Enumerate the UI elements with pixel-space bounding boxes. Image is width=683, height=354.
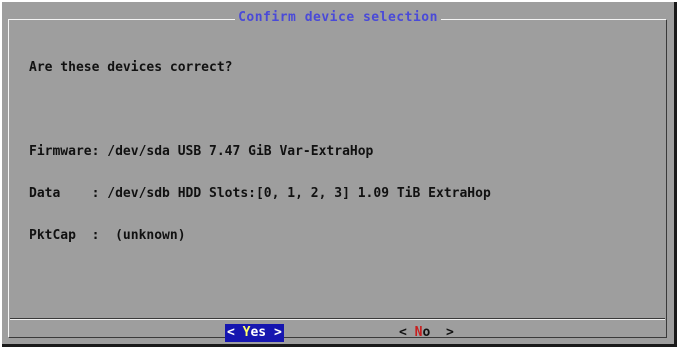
data-device-line: Data : /dev/sdb HDD Slots:[0, 1, 2, 3] 1… — [29, 186, 491, 201]
no-button[interactable]: < No > — [397, 324, 456, 342]
dialog-body: Are these devices correct? Firmware: /de… — [29, 33, 491, 271]
dialog-prompt: Are these devices correct? — [29, 60, 233, 75]
yes-button[interactable]: < Yes > — [225, 324, 284, 342]
yes-close-bracket: > — [266, 325, 282, 340]
dialog-title-text: Confirm device selection — [235, 10, 441, 25]
button-separator — [10, 318, 665, 320]
yes-open-bracket: < — [227, 325, 243, 340]
yes-label-rest: es — [250, 325, 267, 340]
confirm-dialog: Confirm device selection Are these devic… — [2, 2, 677, 347]
pktcap-device-line: PktCap : (unknown) — [29, 228, 186, 243]
firmware-device-line: Firmware: /dev/sda USB 7.47 GiB Var-Extr… — [29, 144, 374, 159]
body-line-blank — [29, 103, 491, 117]
button-row: < Yes > < No > — [2, 324, 674, 342]
no-open-bracket: < — [399, 325, 415, 340]
dialog-title: Confirm device selection — [2, 10, 674, 25]
no-close-bracket: > — [430, 325, 454, 340]
terminal-screen: Confirm device selection Are these devic… — [0, 0, 683, 354]
